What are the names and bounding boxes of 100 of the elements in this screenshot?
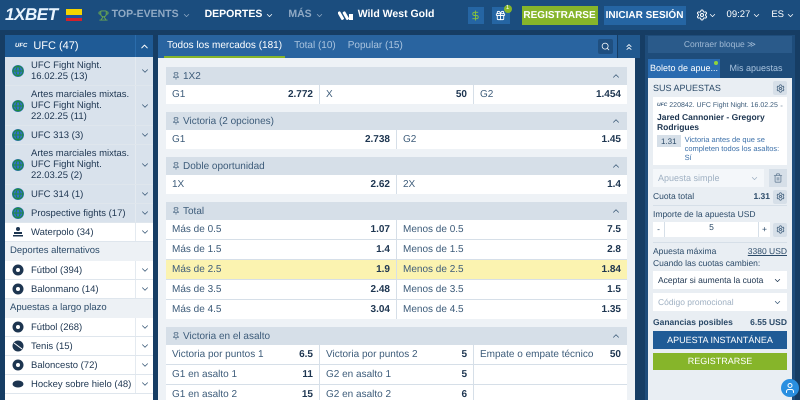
login-button[interactable]: INICIAR SESIÓN (604, 6, 686, 24)
pin-icon[interactable] (172, 332, 180, 340)
sidebar-item[interactable]: Artes marciales mixtas. UFC Fight Night. 22.02.25 (11) (5, 86, 153, 126)
language-selector[interactable]: ES (771, 8, 795, 22)
pin-icon[interactable] (172, 207, 180, 215)
sidebar-item[interactable]: Baloncesto (72) (5, 356, 153, 375)
amount-label: Importe de la apuesta USD (653, 209, 757, 220)
odds-cell[interactable]: Menos de 1.5 2.8 (397, 240, 627, 259)
outcome-label: Menos de 4.5 (403, 303, 464, 317)
globe-icon (12, 129, 24, 141)
odds-cell[interactable]: Más de 4.5 3.04 (166, 300, 396, 319)
odds-value: 2.62 (370, 178, 390, 192)
sidebar-header-label: UFC (47) (33, 38, 80, 54)
sidebar-item-label: Hockey sobre hielo (48) (31, 378, 132, 392)
sidebar-item[interactable]: Waterpolo (34) (5, 223, 153, 242)
nav-item[interactable]: TOP-EVENTS (98, 7, 191, 23)
sidebar-item[interactable]: Tenis (15) (5, 337, 153, 356)
settings-icon[interactable] (776, 84, 784, 92)
odds-cell[interactable]: Victoria por puntos 1 6.5 (166, 345, 319, 364)
sidebar-item[interactable]: Prospective fights (17) (5, 204, 153, 223)
betslip-tab[interactable]: Boleto de apue... (648, 59, 720, 78)
odds-value: 1.4 (376, 243, 390, 257)
dollar-icon[interactable] (470, 10, 482, 20)
collapse-all-icon[interactable] (624, 42, 634, 52)
logo[interactable]: 1XBET (5, 2, 58, 28)
bet-type-placeholder: Apuesta simple (658, 172, 721, 184)
odds-cell[interactable]: Más de 1.5 1.4 (166, 240, 396, 259)
gift-icon[interactable] (495, 10, 506, 20)
time-selector[interactable]: 09:27 (726, 8, 762, 22)
winnings-value: 6.55 USD (750, 317, 787, 328)
odds-change-select[interactable]: Aceptar si aumenta la cuota (653, 271, 787, 289)
sidebar-item[interactable]: Fútbol (394) (5, 261, 153, 280)
odds-cell[interactable]: Más de 2.5 1.9 (166, 260, 396, 279)
sidebar-item[interactable]: Balonmano (14) (5, 280, 153, 299)
sidebar-item[interactable]: UFC 314 (1) (5, 185, 153, 204)
odds-cell[interactable]: 2X 1.4 (397, 175, 627, 194)
odds-cell[interactable]: X 50 (320, 85, 473, 104)
odds-cell[interactable]: Más de 3.5 2.48 (166, 280, 396, 299)
odds-value: 1.84 (602, 263, 621, 277)
odds-cell[interactable]: Más de 0.5 1.07 (166, 220, 396, 239)
odds-cell[interactable]: G1 2.772 (166, 85, 319, 104)
odds-cell[interactable]: Menos de 4.5 1.35 (397, 300, 627, 319)
outcome-label: G1 (172, 133, 186, 147)
nav-item[interactable]: MÁS (288, 7, 324, 23)
search-icon[interactable] (601, 42, 610, 51)
swimmer-icon (12, 226, 24, 238)
sidebar-item-label: Fútbol (268) (31, 320, 84, 334)
odds-cell[interactable]: G2 en asalto 1 5 (320, 365, 473, 384)
odds-value: 11 (302, 368, 313, 382)
odds-value: 7.5 (607, 223, 621, 237)
odds-cell[interactable]: G2 en asalto 2 6 (320, 385, 473, 400)
minus-button[interactable]: - (653, 222, 665, 237)
settings-icon[interactable] (776, 192, 784, 201)
odds-value: 50 (456, 88, 467, 102)
odds-cell[interactable]: Menos de 0.5 7.5 (397, 220, 627, 239)
promo-link[interactable]: Wild West Gold (358, 7, 434, 23)
odds-cell[interactable]: Victoria por puntos 2 5 (320, 345, 473, 364)
sidebar-item-label: UFC 314 (1) (31, 188, 84, 202)
max-bet-link[interactable]: 3380 USD (748, 246, 787, 257)
odds-cell[interactable]: G2 1.45 (397, 130, 627, 149)
winnings-label: Ganancias posibles (653, 317, 734, 328)
odds-cell[interactable]: G2 1.454 (474, 85, 627, 104)
puck-icon (12, 378, 24, 390)
pin-icon[interactable] (172, 162, 180, 170)
sidebar-item[interactable]: Artes marciales mixtas. UFC Fight Night. 22.03.25 (2) (5, 145, 153, 185)
odds-cell[interactable]: Empate o empate técnico 50 (474, 345, 627, 364)
odds-value: 1.07 (370, 223, 390, 237)
odds-cell[interactable]: 1X 2.62 (166, 175, 396, 194)
odds-cell[interactable]: G1 en asalto 1 11 (166, 365, 319, 384)
odds-change-label: Cuando las cuotas cambien: (653, 258, 762, 269)
odds-value: 1.9 (376, 263, 390, 277)
ball-icon (12, 359, 24, 371)
plus-button[interactable]: + (758, 222, 770, 237)
odds-cell[interactable]: G1 en asalto 2 15 (166, 385, 319, 400)
sidebar-item-label: Artes marciales mixtas. UFC Fight Night. 22.03.25 (2) (31, 147, 130, 183)
pin-icon[interactable] (172, 72, 180, 80)
settings-icon[interactable] (776, 225, 784, 234)
pin-icon[interactable] (172, 117, 180, 125)
trash-icon[interactable] (773, 173, 783, 183)
amount-field[interactable]: - 5 + (653, 222, 770, 237)
outcome-label: X (326, 88, 333, 102)
odds-value: 15 (302, 388, 313, 400)
odds-change-value: Aceptar si aumenta la cuota (658, 274, 764, 286)
sidebar-item[interactable]: UFC Fight Night. 16.02.25 (13) (5, 57, 153, 86)
outcome-label: G2 (403, 133, 416, 147)
match-teams: Jared Cannonier - Gregory Rodrigues (657, 112, 766, 132)
trophy-icon (98, 10, 109, 20)
instant-bet-button[interactable]: APUESTA INSTANTÁNEA (653, 331, 787, 349)
chat-support-icon[interactable] (784, 382, 796, 394)
sidebar-item[interactable]: Fútbol (268) (5, 318, 153, 337)
total-odds-label: Cuota total (653, 191, 696, 202)
sidebar-item[interactable]: Hockey sobre hielo (48) (5, 375, 153, 394)
odds-cell[interactable]: Menos de 3.5 1.5 (397, 280, 627, 299)
odds-cell[interactable]: G1 2.738 (166, 130, 396, 149)
flag-icon (66, 9, 82, 21)
collapse-block-button[interactable]: Contraer bloque ≫ (648, 36, 792, 53)
sidebar-item[interactable]: UFC 313 (3) (5, 126, 153, 145)
nav-item[interactable]: DEPORTES (204, 7, 274, 23)
odds-value: 2.738 (364, 133, 390, 147)
odds-cell[interactable]: Menos de 2.5 1.84 (397, 260, 627, 279)
